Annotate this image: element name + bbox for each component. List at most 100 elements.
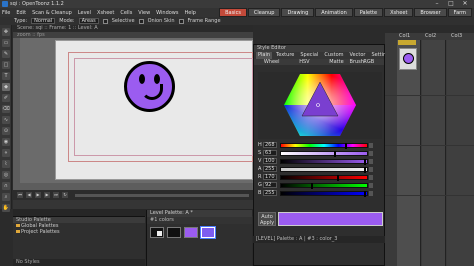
- type-select[interactable]: Normal: [31, 18, 56, 24]
- menu-windows[interactable]: Windows: [156, 10, 178, 16]
- slider-arrow[interactable]: [369, 190, 373, 196]
- tab-plain[interactable]: Plain: [256, 52, 273, 59]
- slider-arrow[interactable]: [369, 174, 373, 180]
- brush-tool-icon[interactable]: ✎: [2, 50, 10, 58]
- tab-custom[interactable]: Custom: [322, 52, 345, 59]
- slider-value-a[interactable]: 255: [263, 166, 277, 172]
- mode-select[interactable]: Areas: [78, 18, 99, 24]
- minimize-button[interactable]: –: [430, 0, 444, 8]
- hue-slider[interactable]: [280, 142, 368, 149]
- value-slider[interactable]: [280, 158, 368, 165]
- tab-wheel[interactable]: Wheel: [264, 59, 280, 65]
- room-tab-animation[interactable]: Animation: [315, 8, 353, 17]
- menu-level[interactable]: Level: [78, 10, 91, 16]
- fill-tool-icon[interactable]: ◆: [2, 83, 10, 91]
- eraser-tool-icon[interactable]: ⌫: [2, 105, 10, 113]
- red-slider[interactable]: [280, 174, 368, 181]
- xsheet-column-2[interactable]: [422, 40, 446, 266]
- room-tab-farm[interactable]: Farm: [447, 8, 472, 17]
- selection-tool-icon[interactable]: ▭: [2, 39, 10, 47]
- xsheet-column-1[interactable]: [397, 40, 421, 266]
- menu-scan-cleanup[interactable]: Scan & Cleanup: [32, 10, 72, 16]
- project-palettes-item[interactable]: Project Palettes: [13, 229, 145, 235]
- slider-value-h[interactable]: 268: [263, 142, 277, 148]
- slider-value-r[interactable]: 170: [263, 174, 277, 180]
- style-chip-2[interactable]: [184, 227, 198, 238]
- room-tab-drawing[interactable]: Drawing: [281, 8, 315, 17]
- style-chip-3[interactable]: [200, 226, 216, 239]
- tape-tool-icon[interactable]: ∿: [2, 116, 10, 124]
- column-header-2[interactable]: Col2: [425, 33, 436, 40]
- room-tab-basics[interactable]: Basics: [219, 8, 247, 17]
- style-chip-1[interactable]: [167, 227, 181, 238]
- slider-row-r: R 170: [258, 173, 384, 181]
- style-picker-tool-icon[interactable]: ⊙: [2, 127, 10, 135]
- last-frame-button[interactable]: ⏭: [53, 192, 59, 198]
- pump-tool-icon[interactable]: ◎: [2, 171, 10, 179]
- slider-arrow[interactable]: [369, 158, 373, 164]
- animate-tool-icon[interactable]: ✥: [2, 28, 10, 36]
- column-header-3[interactable]: Col3: [451, 33, 462, 40]
- tab-rgb[interactable]: RGB: [363, 59, 374, 65]
- smiley-drawing[interactable]: [124, 61, 175, 112]
- room-tab-xsheet[interactable]: Xsheet: [384, 8, 414, 17]
- slider-arrow[interactable]: [369, 150, 373, 156]
- room-tab-cleanup[interactable]: Cleanup: [247, 8, 281, 17]
- maximize-button[interactable]: □: [444, 0, 458, 8]
- apply-button[interactable]: Auto Apply: [258, 212, 276, 226]
- geometric-tool-icon[interactable]: □: [2, 61, 10, 69]
- menu-help[interactable]: Help: [185, 10, 196, 16]
- frame-slider[interactable]: [75, 193, 249, 197]
- saturation-slider[interactable]: [280, 150, 368, 157]
- room-tab-browser[interactable]: Browser: [414, 8, 447, 17]
- pinch-tool-icon[interactable]: ⌇: [2, 160, 10, 168]
- loop-button[interactable]: ↻: [62, 192, 68, 198]
- blue-slider[interactable]: [280, 190, 368, 197]
- paint-brush-tool-icon[interactable]: ✐: [2, 94, 10, 102]
- tab-vector-brush[interactable]: Vector Brush: [348, 52, 368, 65]
- column-header-1[interactable]: Col1: [399, 33, 410, 40]
- tab-hsv[interactable]: HSV: [299, 59, 309, 65]
- prev-frame-button[interactable]: ◀: [26, 192, 32, 198]
- slider-value-v[interactable]: 100: [263, 158, 277, 164]
- menu-cells[interactable]: Cells: [120, 10, 132, 16]
- menu-xsheet[interactable]: Xsheet: [97, 10, 114, 16]
- tab-matte[interactable]: Matte: [329, 59, 343, 65]
- room-tab-palette[interactable]: Palette: [353, 8, 384, 17]
- green-slider[interactable]: [280, 182, 368, 189]
- first-frame-button[interactable]: ⏮: [17, 192, 23, 198]
- rgb-picker-tool-icon[interactable]: ◉: [2, 138, 10, 146]
- smile-mouth: [141, 84, 163, 100]
- style-chip-0[interactable]: [150, 227, 164, 238]
- xsheet-column-3[interactable]: [447, 40, 474, 266]
- color-wheel-area[interactable]: [258, 72, 382, 139]
- slider-value-g[interactable]: 92: [263, 182, 277, 188]
- control-point-tool-icon[interactable]: ⋄: [2, 149, 10, 157]
- type-tool-icon[interactable]: T: [2, 72, 10, 80]
- close-button[interactable]: ✕: [458, 0, 472, 8]
- zoom-tool-icon[interactable]: ⌕: [2, 193, 10, 201]
- magnet-tool-icon[interactable]: ∩: [2, 182, 10, 190]
- hue-hexagon-wheel[interactable]: [258, 72, 382, 139]
- room-tabs: Basics Cleanup Drawing Animation Palette…: [219, 8, 472, 17]
- menu-file[interactable]: File: [2, 10, 10, 16]
- alpha-slider[interactable]: [280, 166, 368, 173]
- slider-arrow[interactable]: [369, 166, 373, 172]
- slider-arrow[interactable]: [369, 182, 373, 188]
- slider-arrow[interactable]: [369, 142, 373, 148]
- hand-tool-icon[interactable]: ✋: [2, 204, 10, 212]
- play-button[interactable]: ▶: [35, 192, 41, 198]
- no-styles-label: No Styles: [13, 259, 145, 266]
- tab-texture[interactable]: Texture: [274, 52, 296, 59]
- selective-checkbox[interactable]: [102, 18, 108, 24]
- onion-skin-checkbox[interactable]: [138, 18, 144, 24]
- xsheet-panel: Col1 Col2 Col3: [385, 25, 474, 266]
- next-frame-button[interactable]: ▶: [44, 192, 50, 198]
- menu-view[interactable]: View: [138, 10, 150, 16]
- slider-value-s[interactable]: 63: [263, 150, 277, 156]
- tab-special[interactable]: Special: [298, 52, 320, 59]
- slider-value-b[interactable]: 255: [263, 190, 277, 196]
- frame-range-checkbox[interactable]: [178, 18, 184, 24]
- column-thumbnail[interactable]: [399, 48, 417, 70]
- menu-edit[interactable]: Edit: [16, 10, 26, 16]
